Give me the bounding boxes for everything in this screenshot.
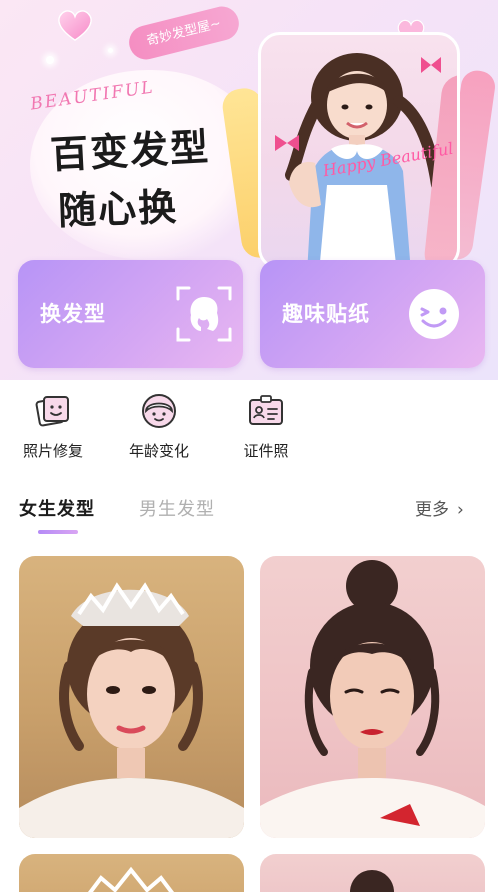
hairstyle-photo-messy-bun [260, 560, 485, 838]
fun-stickers-button[interactable]: 趣味贴纸 [260, 260, 485, 368]
banner-headline-line2: 随心换 [57, 184, 179, 234]
tool-id-photo-label: 证件照 [243, 442, 289, 460]
fun-stickers-label: 趣味贴纸 [282, 302, 370, 326]
hairstyle-face-scan-icon [176, 286, 232, 342]
hairstyle-card[interactable] [19, 556, 244, 838]
photo-restore-icon [35, 396, 69, 427]
banner-headline-line1: 百变发型 [49, 124, 212, 178]
tool-photo-restore-label: 照片修复 [22, 442, 83, 460]
chevron-right-icon: › [457, 500, 464, 520]
change-hairstyle-label: 换发型 [40, 302, 106, 326]
hairstyle-card[interactable] [260, 556, 485, 838]
tool-age-change-label: 年龄变化 [128, 442, 189, 460]
tool-photo-restore[interactable]: 照片修复 [13, 392, 93, 462]
wink-smiley-icon [409, 289, 459, 339]
hairstyle-photo-tiara-preview [88, 866, 174, 892]
more-link[interactable]: 更多 › [415, 495, 464, 520]
age-change-icon [142, 394, 176, 428]
hairstyle-tabs: 女生发型 男生发型 更多 › [0, 495, 498, 539]
heart-decoration-icon [58, 10, 92, 41]
sparkle-decoration [46, 56, 54, 64]
more-label: 更多 [415, 500, 449, 520]
change-hairstyle-button[interactable]: 换发型 [18, 260, 243, 368]
banner-tagline: 奇妙发型屋~ [125, 2, 243, 64]
tool-age-change[interactable]: 年龄变化 [119, 392, 199, 462]
hero-banner[interactable]: 奇妙发型屋~ BEAUTIFUL 百变发型 随心换 Happy Beautifu… [0, 0, 498, 380]
sparkle-decoration [108, 48, 113, 53]
hairstyle-photo-bun-preview [350, 870, 394, 892]
id-photo-icon [249, 395, 283, 425]
tab-female-hairstyles[interactable]: 女生发型 [19, 495, 95, 521]
hairstyle-card[interactable] [260, 854, 485, 892]
active-tab-indicator [38, 530, 78, 534]
tab-male-hairstyles[interactable]: 男生发型 [139, 495, 215, 521]
hairstyle-card[interactable] [19, 854, 244, 892]
tool-id-photo[interactable]: 证件照 [226, 392, 306, 462]
hairstyle-photo-tiara-updo [19, 582, 244, 838]
